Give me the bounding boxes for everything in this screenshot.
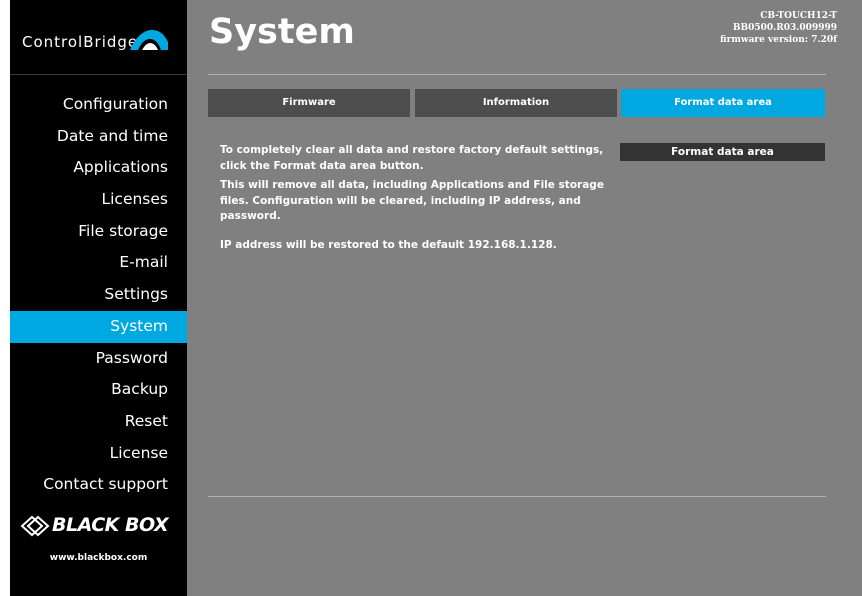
controlbridge-logo: ControlBridge <box>10 0 187 75</box>
sidebar-item-file-storage[interactable]: File storage <box>10 216 187 248</box>
sidebar-item-label: Reset <box>124 411 168 430</box>
sidebar-item-applications[interactable]: Applications <box>10 152 187 184</box>
black-box-url[interactable]: www.blackbox.com <box>10 553 187 563</box>
black-box-wordmark: BLACK BOX <box>52 514 169 536</box>
tab-firmware[interactable]: Firmware <box>208 89 410 117</box>
sidebar-item-label: Contact support <box>43 475 168 494</box>
sidebar-item-label: Backup <box>111 380 168 399</box>
tab-information[interactable]: Information <box>415 89 617 117</box>
device-model: CB-TOUCH12-T <box>760 11 837 21</box>
logo-text-part1: Control <box>22 33 84 51</box>
sidebar-item-date-and-time[interactable]: Date and time <box>10 121 187 153</box>
sidebar-item-license[interactable]: License <box>10 438 187 470</box>
bridge-logo-icon <box>130 29 168 50</box>
black-box-logo[interactable]: BLACK BOX <box>20 514 180 544</box>
sidebar-item-system[interactable]: System <box>10 310 194 343</box>
sidebar-nav: Configuration Date and time Applications… <box>10 89 194 501</box>
sidebar-item-label: License <box>109 443 168 462</box>
sidebar-item-label: File storage <box>78 221 168 240</box>
sidebar-item-label: E-mail <box>119 253 168 272</box>
sidebar-item-label: Licenses <box>101 190 168 209</box>
sidebar-item-label: Password <box>95 348 168 367</box>
sidebar-item-reset[interactable]: Reset <box>10 406 187 438</box>
sidebar: ControlBridge Configuration Date and tim… <box>10 0 194 596</box>
tab-bar: Firmware Information Format data area <box>208 89 826 117</box>
firmware-version: firmware version: 7.20f <box>720 35 837 45</box>
sidebar-item-configuration[interactable]: Configuration <box>10 89 187 121</box>
main-panel: System CB-TOUCH12-T BB0500.R03.009999 fi… <box>187 0 862 596</box>
sidebar-item-label: Settings <box>104 285 168 304</box>
sidebar-item-backup[interactable]: Backup <box>10 374 187 406</box>
sidebar-item-licenses[interactable]: Licenses <box>10 184 187 216</box>
app-window: ControlBridge Configuration Date and tim… <box>10 0 862 596</box>
sidebar-item-label: System <box>110 316 168 335</box>
footer-divider <box>208 496 826 497</box>
tab-format-data-area[interactable]: Format data area <box>621 89 825 117</box>
black-box-diamond-icon <box>20 515 50 537</box>
sidebar-item-password[interactable]: Password <box>10 343 187 375</box>
header-divider <box>208 74 826 75</box>
format-data-area-button[interactable]: Format data area <box>620 143 825 161</box>
sidebar-item-label: Applications <box>73 158 168 177</box>
sidebar-item-settings[interactable]: Settings <box>10 279 187 311</box>
sidebar-item-label: Date and time <box>56 126 168 145</box>
sidebar-item-email[interactable]: E-mail <box>10 247 187 279</box>
device-info: CB-TOUCH12-T BB0500.R03.009999 firmware … <box>720 10 837 46</box>
format-instructions-text: To completely clear all data and restore… <box>220 144 604 172</box>
ip-default-text: IP address will be restored to the defau… <box>220 238 557 251</box>
logo-wordmark: ControlBridge <box>22 33 138 51</box>
page-title: System <box>209 12 355 52</box>
format-warning-text: This will remove all data, including App… <box>220 179 604 222</box>
device-serial: BB0500.R03.009999 <box>732 23 837 33</box>
format-description: To completely clear all data and restore… <box>220 143 620 257</box>
sidebar-item-contact-support[interactable]: Contact support <box>10 469 187 501</box>
sidebar-item-label: Configuration <box>62 95 168 113</box>
